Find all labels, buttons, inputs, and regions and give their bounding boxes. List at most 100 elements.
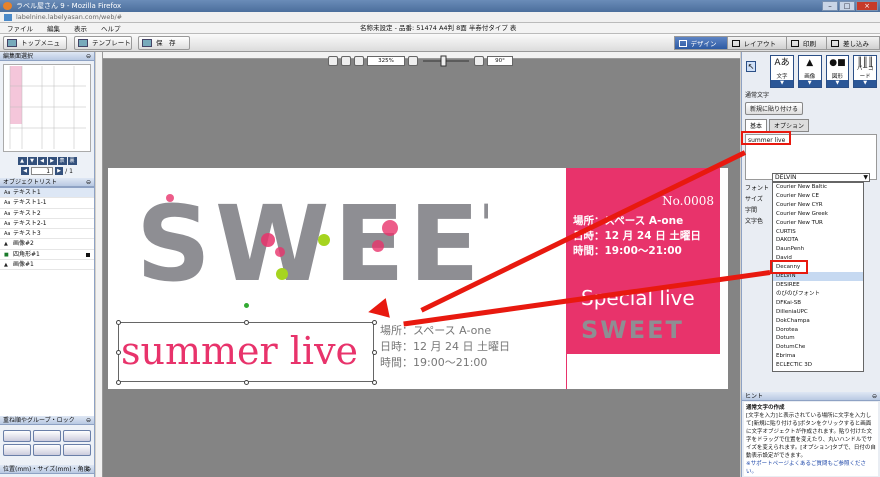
font-option[interactable]: ECLECTIC 3D [773, 361, 863, 370]
menu-edit[interactable]: 編集 [40, 23, 67, 33]
tab-merge[interactable]: 差し込み [826, 36, 880, 50]
selected-text-object[interactable]: summer live [116, 303, 377, 385]
zoom-in-icon[interactable] [408, 56, 418, 66]
nav-left-icon[interactable]: ◀ [37, 157, 47, 165]
select-arrow-icon[interactable]: ↖ [746, 61, 757, 72]
font-option[interactable]: CURTIS [773, 228, 863, 237]
tab-design[interactable]: デザイン [673, 36, 728, 50]
zoom-select[interactable]: 325% [367, 56, 405, 66]
resize-handle[interactable] [116, 320, 121, 325]
new-paste-button[interactable]: 新規に貼り付ける [745, 102, 804, 115]
close-button[interactable]: × [856, 1, 878, 11]
resize-handle[interactable] [372, 380, 377, 385]
zoom-out-icon[interactable] [354, 56, 364, 66]
nav-right-icon[interactable]: ▶ [47, 157, 57, 165]
font-option[interactable]: DaunPenh [773, 245, 863, 254]
rotate-handle[interactable] [244, 303, 249, 308]
collapse-icon[interactable]: ⊖ [872, 392, 877, 401]
lock-icon[interactable] [86, 252, 90, 257]
resize-handle[interactable] [116, 350, 121, 355]
resize-handle[interactable] [244, 320, 249, 325]
send-back-button[interactable] [3, 444, 31, 456]
font-option[interactable]: DokChampa [773, 317, 863, 326]
redo-icon[interactable] [341, 56, 351, 66]
address-bar[interactable]: labelnine.labelyasan.com/web/# [0, 12, 880, 23]
font-option[interactable]: Ebrima [773, 352, 863, 361]
font-option[interactable]: Dotum [773, 334, 863, 343]
nav-down-icon[interactable]: ▼ [27, 157, 37, 165]
font-option[interactable]: のびのびフォント [773, 290, 863, 299]
list-item[interactable]: Aa テキスト1-1 [0, 198, 94, 209]
select-all-icon[interactable]: 表 [57, 157, 67, 165]
list-item[interactable]: ▲ 画像#2 [0, 239, 94, 250]
list-item[interactable]: ▲ 画像#1 [0, 260, 94, 271]
text-icon: Aa [4, 220, 11, 227]
menu-view[interactable]: 表示 [67, 23, 94, 33]
chevron-down-icon[interactable]: ▼ [771, 80, 793, 87]
image-tool-button[interactable]: ▲ 画像 ▼ [797, 55, 822, 88]
hint-body: 通常文字の作成 [文字を入力]と表示されている場所に文字を入力して[新規に貼り付… [744, 402, 878, 476]
font-option[interactable]: Courier New TUR [773, 219, 863, 228]
font-option[interactable]: DFKai-SB [773, 299, 863, 308]
font-option[interactable]: Courier New CE [773, 192, 863, 201]
lock-button[interactable] [33, 444, 61, 456]
minimize-button[interactable]: – [822, 1, 838, 11]
list-item[interactable]: ■ 四角形#1 [0, 250, 94, 261]
font-option[interactable]: DAKOTA [773, 236, 863, 245]
page-input[interactable]: 1 [31, 167, 54, 175]
angle-select[interactable]: 90° [487, 56, 513, 66]
list-item[interactable]: Aa テキスト3 [0, 229, 94, 240]
collapse-icon[interactable]: ⊖ [86, 178, 91, 187]
bring-front-button[interactable] [3, 430, 31, 442]
list-item[interactable]: Aa テキスト2 [0, 209, 94, 219]
font-option[interactable]: Courier New Baltic [773, 183, 863, 192]
resize-handle[interactable] [244, 380, 249, 385]
font-option[interactable]: DilleniaUPC [773, 308, 863, 317]
text-panel-title: 通常文字 [745, 92, 770, 99]
hint-link[interactable]: ※サポートページよくあるご質問もご参照ください。 [746, 460, 876, 476]
text-tool-button[interactable]: Aあ 文字 ▼ [770, 55, 794, 88]
chevron-down-icon[interactable]: ▼ [854, 80, 877, 87]
next-page-icon[interactable]: ▶ [55, 167, 64, 175]
ungroup-button[interactable] [63, 444, 91, 456]
chevron-down-icon[interactable]: ▼ [798, 80, 821, 87]
font-option[interactable]: Courier New Greek [773, 210, 863, 219]
resize-handle[interactable] [116, 380, 121, 385]
font-option[interactable]: DotumChe [773, 343, 863, 352]
label-paper[interactable]: SWEET summer live 場所：スペース A-one 日時：12 月 … [108, 168, 728, 389]
nav-up-icon[interactable]: ▲ [17, 157, 27, 165]
font-dropdown-list[interactable]: Courier New Baltic Courier New CE Courier … [772, 182, 864, 372]
group-button[interactable] [63, 430, 91, 442]
bring-forward-button[interactable] [33, 430, 61, 442]
menu-file[interactable]: ファイル [0, 23, 40, 33]
menu-help[interactable]: ヘルプ [94, 23, 128, 33]
tab-layout[interactable]: レイアウト [726, 36, 787, 50]
font-select[interactable]: DELVIN ▼ [772, 173, 870, 182]
resize-handle[interactable] [372, 350, 377, 355]
font-option[interactable]: DESIREE [773, 281, 863, 290]
canvas-area[interactable]: 325% 90° SWEET summer live [96, 52, 740, 477]
list-item[interactable]: Aa テキスト1 [0, 188, 94, 199]
chevron-down-icon[interactable]: ▼ [826, 80, 849, 87]
shape-tool-button[interactable]: ●■ 図形 ▼ [825, 55, 850, 88]
sheet-thumbnail[interactable] [3, 64, 91, 152]
collapse-icon[interactable]: ⊖ [86, 465, 91, 474]
annotation-arrowhead [366, 298, 390, 322]
select-back-icon[interactable]: 裏 [67, 157, 77, 165]
prev-page-icon[interactable]: ◀ [21, 167, 30, 175]
zoom-slider[interactable] [421, 55, 471, 67]
list-item[interactable]: Aa テキスト2-1 [0, 219, 94, 230]
url-text: labelnine.labelyasan.com/web/# [16, 13, 123, 21]
barcode-tool-button[interactable]: ║║║ バーコード ▼ [853, 55, 878, 88]
template-button[interactable]: テンプレート [74, 36, 132, 50]
font-option[interactable]: Dorotea [773, 326, 863, 335]
collapse-icon[interactable]: ⊖ [86, 416, 91, 425]
save-button[interactable]: 保 存 [138, 36, 190, 50]
collapse-icon[interactable]: ⊖ [86, 52, 91, 61]
tab-print[interactable]: 印刷 [786, 36, 827, 50]
rotate-icon[interactable] [474, 56, 484, 66]
maximize-button[interactable]: □ [839, 1, 855, 11]
undo-icon[interactable] [328, 56, 338, 66]
font-option[interactable]: Courier New CYR [773, 201, 863, 210]
top-menu-button[interactable]: トップメニュー [3, 36, 67, 59]
